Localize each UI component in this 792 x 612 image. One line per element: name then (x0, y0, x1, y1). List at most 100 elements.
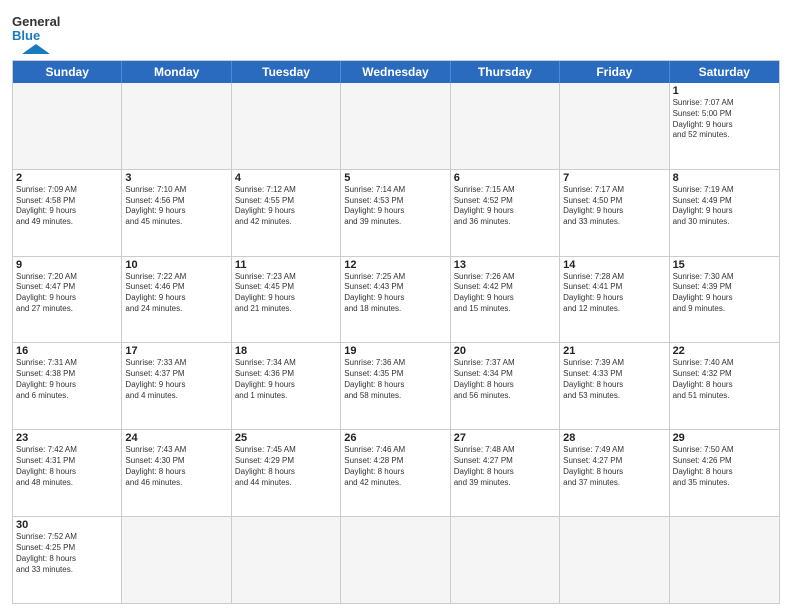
day-number: 7 (563, 172, 665, 184)
day-info: Sunrise: 7:49 AMSunset: 4:27 PMDaylight:… (563, 445, 665, 488)
calendar-cell: 15Sunrise: 7:30 AMSunset: 4:39 PMDayligh… (670, 257, 779, 343)
header-day-sunday: Sunday (13, 61, 122, 83)
calendar-cell (560, 517, 669, 603)
header: General Blue (12, 10, 780, 54)
calendar-week-0: 1Sunrise: 7:07 AMSunset: 5:00 PMDaylight… (13, 83, 779, 169)
day-info: Sunrise: 7:23 AMSunset: 4:45 PMDaylight:… (235, 272, 337, 315)
day-info: Sunrise: 7:40 AMSunset: 4:32 PMDaylight:… (673, 358, 776, 401)
day-number: 15 (673, 259, 776, 271)
calendar-week-4: 23Sunrise: 7:42 AMSunset: 4:31 PMDayligh… (13, 429, 779, 516)
calendar-cell: 18Sunrise: 7:34 AMSunset: 4:36 PMDayligh… (232, 343, 341, 429)
calendar-cell (560, 83, 669, 169)
day-info: Sunrise: 7:25 AMSunset: 4:43 PMDaylight:… (344, 272, 446, 315)
calendar-cell (232, 517, 341, 603)
calendar-cell (451, 517, 560, 603)
day-info: Sunrise: 7:28 AMSunset: 4:41 PMDaylight:… (563, 272, 665, 315)
calendar-cell (451, 83, 560, 169)
calendar-cell: 5Sunrise: 7:14 AMSunset: 4:53 PMDaylight… (341, 170, 450, 256)
day-info: Sunrise: 7:46 AMSunset: 4:28 PMDaylight:… (344, 445, 446, 488)
calendar-cell: 8Sunrise: 7:19 AMSunset: 4:49 PMDaylight… (670, 170, 779, 256)
svg-text:General: General (12, 14, 60, 29)
calendar-cell: 27Sunrise: 7:48 AMSunset: 4:27 PMDayligh… (451, 430, 560, 516)
day-info: Sunrise: 7:48 AMSunset: 4:27 PMDaylight:… (454, 445, 556, 488)
calendar-body: 1Sunrise: 7:07 AMSunset: 5:00 PMDaylight… (13, 83, 779, 603)
calendar-cell: 24Sunrise: 7:43 AMSunset: 4:30 PMDayligh… (122, 430, 231, 516)
day-number: 12 (344, 259, 446, 271)
calendar-cell: 13Sunrise: 7:26 AMSunset: 4:42 PMDayligh… (451, 257, 560, 343)
day-info: Sunrise: 7:33 AMSunset: 4:37 PMDaylight:… (125, 358, 227, 401)
calendar-cell: 16Sunrise: 7:31 AMSunset: 4:38 PMDayligh… (13, 343, 122, 429)
calendar-header: SundayMondayTuesdayWednesdayThursdayFrid… (13, 61, 779, 83)
calendar-cell: 26Sunrise: 7:46 AMSunset: 4:28 PMDayligh… (341, 430, 450, 516)
day-info: Sunrise: 7:07 AMSunset: 5:00 PMDaylight:… (673, 98, 776, 141)
calendar-cell: 22Sunrise: 7:40 AMSunset: 4:32 PMDayligh… (670, 343, 779, 429)
calendar-cell (670, 517, 779, 603)
header-day-wednesday: Wednesday (341, 61, 450, 83)
day-number: 28 (563, 432, 665, 444)
day-number: 23 (16, 432, 118, 444)
day-number: 16 (16, 345, 118, 357)
calendar-cell: 3Sunrise: 7:10 AMSunset: 4:56 PMDaylight… (122, 170, 231, 256)
calendar-cell: 1Sunrise: 7:07 AMSunset: 5:00 PMDaylight… (670, 83, 779, 169)
calendar-cell: 29Sunrise: 7:50 AMSunset: 4:26 PMDayligh… (670, 430, 779, 516)
day-number: 11 (235, 259, 337, 271)
day-number: 26 (344, 432, 446, 444)
day-info: Sunrise: 7:50 AMSunset: 4:26 PMDaylight:… (673, 445, 776, 488)
day-number: 4 (235, 172, 337, 184)
calendar-cell: 28Sunrise: 7:49 AMSunset: 4:27 PMDayligh… (560, 430, 669, 516)
header-day-tuesday: Tuesday (232, 61, 341, 83)
page: General Blue SundayMondayTuesdayWednesda… (0, 0, 792, 612)
day-info: Sunrise: 7:20 AMSunset: 4:47 PMDaylight:… (16, 272, 118, 315)
day-info: Sunrise: 7:15 AMSunset: 4:52 PMDaylight:… (454, 185, 556, 228)
calendar-cell: 23Sunrise: 7:42 AMSunset: 4:31 PMDayligh… (13, 430, 122, 516)
day-info: Sunrise: 7:17 AMSunset: 4:50 PMDaylight:… (563, 185, 665, 228)
day-info: Sunrise: 7:43 AMSunset: 4:30 PMDaylight:… (125, 445, 227, 488)
calendar-cell: 21Sunrise: 7:39 AMSunset: 4:33 PMDayligh… (560, 343, 669, 429)
day-info: Sunrise: 7:09 AMSunset: 4:58 PMDaylight:… (16, 185, 118, 228)
day-info: Sunrise: 7:42 AMSunset: 4:31 PMDaylight:… (16, 445, 118, 488)
calendar-cell: 7Sunrise: 7:17 AMSunset: 4:50 PMDaylight… (560, 170, 669, 256)
day-info: Sunrise: 7:36 AMSunset: 4:35 PMDaylight:… (344, 358, 446, 401)
calendar-cell: 10Sunrise: 7:22 AMSunset: 4:46 PMDayligh… (122, 257, 231, 343)
day-number: 25 (235, 432, 337, 444)
day-number: 10 (125, 259, 227, 271)
calendar-cell: 17Sunrise: 7:33 AMSunset: 4:37 PMDayligh… (122, 343, 231, 429)
day-number: 14 (563, 259, 665, 271)
day-info: Sunrise: 7:31 AMSunset: 4:38 PMDaylight:… (16, 358, 118, 401)
calendar-cell (341, 83, 450, 169)
calendar-cell (232, 83, 341, 169)
day-number: 30 (16, 519, 118, 531)
calendar-cell: 12Sunrise: 7:25 AMSunset: 4:43 PMDayligh… (341, 257, 450, 343)
header-day-monday: Monday (122, 61, 231, 83)
day-number: 19 (344, 345, 446, 357)
calendar-cell: 9Sunrise: 7:20 AMSunset: 4:47 PMDaylight… (13, 257, 122, 343)
day-info: Sunrise: 7:37 AMSunset: 4:34 PMDaylight:… (454, 358, 556, 401)
calendar-cell: 14Sunrise: 7:28 AMSunset: 4:41 PMDayligh… (560, 257, 669, 343)
logo-icon: General Blue (12, 10, 60, 54)
day-info: Sunrise: 7:34 AMSunset: 4:36 PMDaylight:… (235, 358, 337, 401)
day-info: Sunrise: 7:22 AMSunset: 4:46 PMDaylight:… (125, 272, 227, 315)
day-info: Sunrise: 7:52 AMSunset: 4:25 PMDaylight:… (16, 532, 118, 575)
day-info: Sunrise: 7:39 AMSunset: 4:33 PMDaylight:… (563, 358, 665, 401)
calendar-cell: 20Sunrise: 7:37 AMSunset: 4:34 PMDayligh… (451, 343, 560, 429)
header-day-friday: Friday (560, 61, 669, 83)
day-info: Sunrise: 7:12 AMSunset: 4:55 PMDaylight:… (235, 185, 337, 228)
calendar-cell: 30Sunrise: 7:52 AMSunset: 4:25 PMDayligh… (13, 517, 122, 603)
day-number: 2 (16, 172, 118, 184)
calendar-week-3: 16Sunrise: 7:31 AMSunset: 4:38 PMDayligh… (13, 342, 779, 429)
day-number: 6 (454, 172, 556, 184)
day-info: Sunrise: 7:45 AMSunset: 4:29 PMDaylight:… (235, 445, 337, 488)
calendar-cell: 6Sunrise: 7:15 AMSunset: 4:52 PMDaylight… (451, 170, 560, 256)
calendar-cell (122, 83, 231, 169)
header-day-thursday: Thursday (451, 61, 560, 83)
day-number: 9 (16, 259, 118, 271)
calendar-cell: 25Sunrise: 7:45 AMSunset: 4:29 PMDayligh… (232, 430, 341, 516)
svg-text:Blue: Blue (12, 28, 40, 43)
day-number: 29 (673, 432, 776, 444)
day-info: Sunrise: 7:10 AMSunset: 4:56 PMDaylight:… (125, 185, 227, 228)
calendar-cell: 2Sunrise: 7:09 AMSunset: 4:58 PMDaylight… (13, 170, 122, 256)
calendar-week-1: 2Sunrise: 7:09 AMSunset: 4:58 PMDaylight… (13, 169, 779, 256)
calendar-cell (13, 83, 122, 169)
day-info: Sunrise: 7:30 AMSunset: 4:39 PMDaylight:… (673, 272, 776, 315)
day-number: 13 (454, 259, 556, 271)
